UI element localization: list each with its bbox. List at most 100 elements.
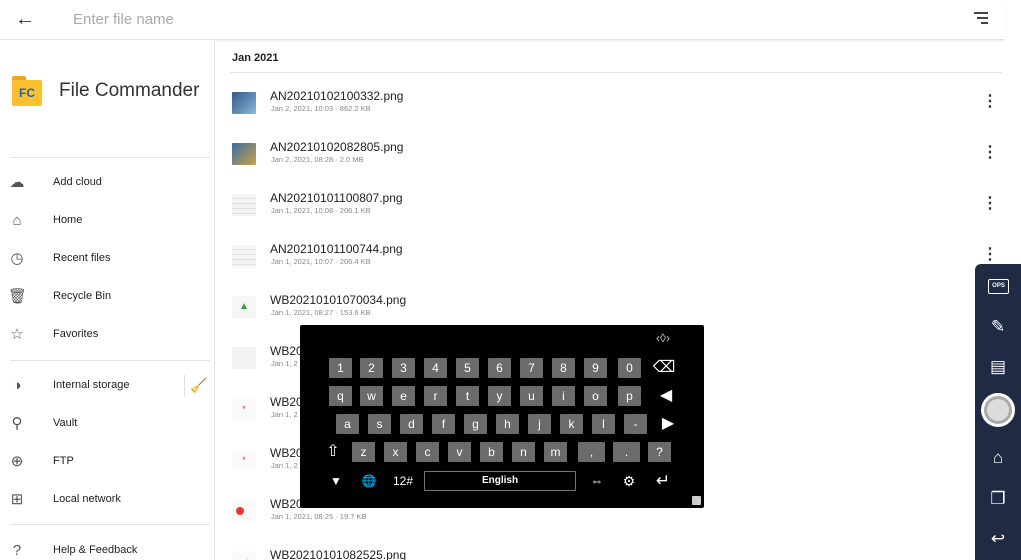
divider (10, 360, 210, 361)
broom-icon[interactable]: 🧹 (190, 377, 207, 394)
key-6[interactable]: 6 (488, 358, 511, 378)
key-l[interactable]: l (592, 414, 615, 434)
sidebar-item-add-cloud[interactable]: ☁ Add cloud (0, 166, 214, 202)
more-options-icon[interactable]: ⋮ (982, 92, 998, 112)
file-row[interactable]: AN20210102100332.png Jan 2, 2021, 10:03 … (216, 78, 1005, 128)
key-2[interactable]: 2 (360, 358, 383, 378)
file-meta: Jan 2, 2021, 08:28 · 2.0 MB (271, 155, 364, 164)
space-key[interactable]: English (424, 471, 576, 491)
more-options-icon[interactable]: ⋮ (982, 194, 998, 214)
sidebar-item-home[interactable]: ⌂ Home (0, 204, 214, 240)
key-z[interactable]: z (352, 442, 375, 462)
file-row[interactable]: ◢ WB20210101082525.png (216, 537, 1005, 560)
key-3[interactable]: 3 (392, 358, 415, 378)
key-comma[interactable]: , (578, 442, 605, 462)
key-question[interactable]: ? (648, 442, 671, 462)
sidebar-item-vault[interactable]: ⚲ Vault (0, 407, 214, 443)
record-icon[interactable] (981, 393, 1015, 427)
key-y[interactable]: y (488, 386, 511, 406)
settings-icon[interactable]: ⚙ (618, 471, 640, 491)
cursor-move-key[interactable]: ⇔ (586, 471, 608, 491)
key-h[interactable]: h (496, 414, 519, 434)
sort-icon[interactable] (968, 8, 994, 30)
cursor-right-key[interactable]: ▶ (656, 414, 680, 434)
file-row[interactable]: AN20210101100807.png Jan 1, 2021, 10:08 … (216, 180, 1005, 230)
symbols-key[interactable]: 12# (390, 471, 416, 491)
sidebar-item-label: Recycle Bin (53, 290, 112, 302)
top-bar: ← (0, 0, 1005, 40)
home-icon[interactable]: ⌂ (985, 446, 1011, 470)
key-j[interactable]: j (528, 414, 551, 434)
help-icon: ? (12, 542, 22, 559)
key-o[interactable]: o (584, 386, 607, 406)
sidebar-item-internal-storage[interactable]: ◑ Internal storage 🧹 (0, 369, 214, 405)
key-m[interactable]: m (544, 442, 567, 462)
key-8[interactable]: 8 (552, 358, 575, 378)
key-q[interactable]: q (329, 386, 352, 406)
key-t[interactable]: t (456, 386, 479, 406)
trash-icon: 🗑 (8, 288, 28, 305)
whiteboard-icon[interactable]: ▤ (985, 355, 1011, 379)
more-options-icon[interactable]: ⋮ (982, 143, 998, 163)
floating-toolbar: OPS ✎ ▤ ⌂ ❐ ↩ (975, 264, 1021, 560)
move-handle-icon[interactable]: ‹◊› (652, 331, 674, 349)
sidebar-item-ftp[interactable]: ⊕ FTP (0, 445, 214, 481)
key-c[interactable]: c (416, 442, 439, 462)
search-input[interactable] (73, 8, 673, 30)
file-row[interactable]: AN20210102082805.png Jan 2, 2021, 08:28 … (216, 129, 1005, 179)
key-x[interactable]: x (384, 442, 407, 462)
file-name: AN20210102100332.png (270, 89, 404, 103)
key-i[interactable]: i (552, 386, 575, 406)
key-r[interactable]: r (424, 386, 447, 406)
return-icon[interactable]: ↩ (985, 527, 1011, 551)
shift-key[interactable]: ⇧ (322, 442, 344, 462)
key-k[interactable]: k (560, 414, 583, 434)
key-9[interactable]: 9 (584, 358, 607, 378)
windows-icon[interactable]: ❐ (985, 487, 1011, 511)
hide-keyboard-key[interactable]: ▼ (326, 471, 346, 491)
key-p[interactable]: p (618, 386, 641, 406)
back-arrow-icon[interactable]: ← (12, 6, 38, 32)
file-name: WB20 (270, 497, 303, 511)
key-b[interactable]: b (480, 442, 503, 462)
file-name: WB20 (270, 344, 303, 358)
key-5[interactable]: 5 (456, 358, 479, 378)
key-4[interactable]: 4 (424, 358, 447, 378)
file-name: AN20210101100807.png (270, 191, 403, 205)
sidebar-item-label: Home (53, 214, 83, 226)
sidebar-item-local-network[interactable]: ⊞ Local network (0, 483, 214, 519)
key-g[interactable]: g (464, 414, 487, 434)
file-name: WB20 (270, 446, 303, 460)
ops-icon[interactable]: OPS (988, 279, 1009, 294)
resize-handle-icon[interactable] (692, 496, 701, 505)
image-thumbnail (232, 92, 256, 114)
key-w[interactable]: w (360, 386, 383, 406)
key-dash[interactable]: - (624, 414, 647, 434)
enter-key[interactable]: ↵ (650, 471, 676, 491)
globe-icon[interactable]: 🌐 (358, 471, 380, 491)
key-s[interactable]: s (368, 414, 391, 434)
file-meta: Jan 1, 2021, 08:25 · 19.7 KB (271, 512, 367, 521)
key-v[interactable]: v (448, 442, 471, 462)
backspace-key[interactable]: ⌫ (650, 358, 678, 378)
key-n[interactable]: n (512, 442, 535, 462)
key-d[interactable]: d (400, 414, 423, 434)
sidebar-item-favorites[interactable]: ☆ Favorites (0, 318, 214, 354)
cursor-left-key[interactable]: ◀ (654, 386, 678, 406)
key-u[interactable]: u (520, 386, 543, 406)
file-name: AN20210101100744.png (270, 242, 403, 256)
key-period[interactable]: . (613, 442, 640, 462)
annotate-icon[interactable]: ✎ (985, 315, 1011, 339)
key-a[interactable]: a (336, 414, 359, 434)
key-7[interactable]: 7 (520, 358, 543, 378)
key-e[interactable]: e (392, 386, 415, 406)
key-1[interactable]: 1 (329, 358, 352, 378)
key-f[interactable]: f (432, 414, 455, 434)
file-meta: Jan 1, 2021, 10:07 · 206.4 KB (271, 257, 371, 266)
sidebar-item-recent-files[interactable]: ◷ Recent files (0, 242, 214, 278)
sidebar-item-recycle-bin[interactable]: 🗑 Recycle Bin (0, 280, 214, 316)
key-0[interactable]: 0 (618, 358, 641, 378)
more-options-icon[interactable]: ⋮ (982, 245, 998, 265)
file-row[interactable]: AN20210101100744.png Jan 1, 2021, 10:07 … (216, 231, 1005, 281)
sidebar-item-help[interactable]: ? Help & Feedback (0, 534, 214, 560)
